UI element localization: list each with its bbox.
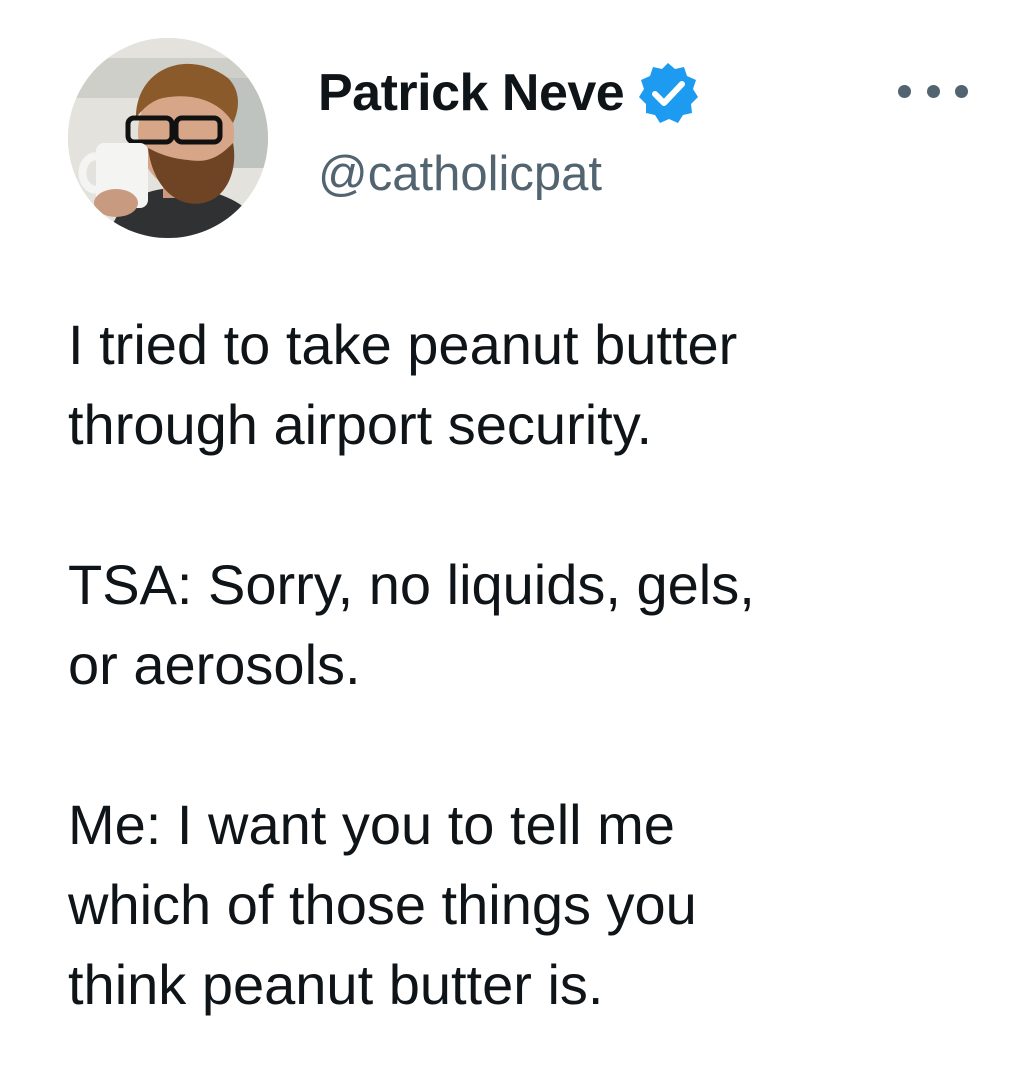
tweet-paragraph: I tried to take peanut butter through ai… [68,313,738,456]
display-name[interactable]: Patrick Neve [318,60,625,126]
more-dot [898,84,911,98]
avatar-photo [68,38,268,238]
verified-badge-icon [636,61,700,125]
tweet-paragraph: TSA: Sorry, no liquids, gels, or aerosol… [68,553,755,696]
more-dot [955,84,968,98]
name-row: Patrick Neve [318,60,700,126]
tweet-header: Patrick Neve @catholicpat [68,38,968,238]
more-options-icon[interactable] [898,76,968,106]
avatar[interactable] [68,38,268,238]
tweet-paragraph: Me: I want you to tell me which of those… [68,793,697,1016]
tweet-text: I tried to take peanut butter through ai… [68,305,998,1025]
more-dot [926,84,940,98]
tweet-card: Patrick Neve @catholicpat I tried to tak… [0,0,1035,1087]
author-handle[interactable]: @catholicpat [318,144,602,204]
